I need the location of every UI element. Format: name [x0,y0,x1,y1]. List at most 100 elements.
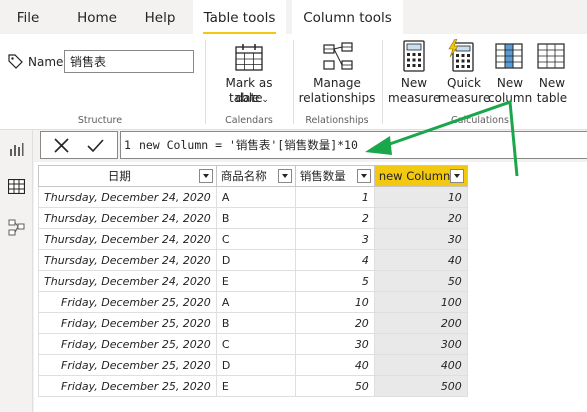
cell-new-column[interactable]: 200 [373,312,468,334]
table-row[interactable]: Thursday, December 24, 2020 A 1 10 [38,186,468,208]
cell-new-column[interactable]: 400 [373,354,468,376]
tab-file[interactable]: File [8,0,48,34]
formula-text: new Column = '销售表'[销售数量]*10 [138,138,358,152]
cell-quantity[interactable]: 4 [294,249,375,271]
cell-product[interactable]: D [215,249,296,271]
group-separator [293,40,294,124]
cell-quantity[interactable]: 1 [294,186,375,208]
tab-table-tools[interactable]: Table tools [193,0,286,34]
cell-quantity[interactable]: 2 [294,207,375,229]
cell-new-column[interactable]: 500 [373,375,468,397]
table-row[interactable]: Thursday, December 24, 2020 C 3 30 [38,228,468,250]
table-row[interactable]: Friday, December 25, 2020 D 40 400 [38,354,468,376]
column-header-new-column[interactable]: new Column [373,165,468,187]
calculations-group-label: Calculations [451,115,509,126]
tab-help[interactable]: Help [136,0,184,34]
check-icon[interactable] [86,137,105,154]
cell-date[interactable]: Friday, December 25, 2020 [38,291,217,313]
cell-product[interactable]: B [215,312,296,334]
data-grid-area: 日期 商品名称 销售数量 new Column Thursday, Decemb… [34,162,587,412]
cell-new-column[interactable]: 30 [373,228,468,250]
column-header-label: 日期 [107,169,131,183]
formula-bar: 1 new Column = '销售表'[销售数量]*10 [40,131,587,159]
cell-new-column[interactable]: 300 [373,333,468,355]
cell-new-column[interactable]: 100 [373,291,468,313]
table-row[interactable]: Friday, December 25, 2020 A 10 100 [38,291,468,313]
quick-measure-icon [448,39,474,72]
dropdown-icon[interactable] [356,169,371,183]
column-header-quantity[interactable]: 销售数量 [294,165,375,187]
cell-product[interactable]: A [215,291,296,313]
table-row[interactable]: Thursday, December 24, 2020 E 5 50 [38,270,468,292]
cell-product[interactable]: E [215,270,296,292]
model-view-icon[interactable] [8,219,25,236]
formula-input[interactable]: 1 new Column = '销售表'[销售数量]*10 [120,131,587,159]
mark-as-date-table-label-2: table ⌄ [212,91,286,108]
quick-measure-label-2: measure [438,91,491,105]
cell-date[interactable]: Friday, December 25, 2020 [38,375,217,397]
cell-quantity[interactable]: 10 [294,291,375,313]
cell-new-column[interactable]: 20 [373,207,468,229]
dropdown-icon[interactable] [277,169,292,183]
cell-product[interactable]: D [215,354,296,376]
relationship-icon [323,42,353,70]
cell-quantity[interactable]: 5 [294,270,375,292]
cell-quantity[interactable]: 40 [294,354,375,376]
structure-group-label: Structure [77,115,123,126]
new-table-label-1: New [538,76,566,90]
report-view-icon[interactable] [9,142,24,157]
header-row: 日期 商品名称 销售数量 new Column [38,165,468,187]
tab-home[interactable]: Home [70,0,124,34]
view-rail [0,130,33,412]
calculator-icon [403,40,425,72]
cell-date[interactable]: Friday, December 25, 2020 [38,333,217,355]
cell-new-column[interactable]: 50 [373,270,468,292]
column-header-date[interactable]: 日期 [38,165,217,187]
dropdown-icon[interactable] [449,169,464,183]
tab-column-tools[interactable]: Column tools [292,0,403,34]
group-separator [382,40,383,124]
cell-quantity[interactable]: 50 [294,375,375,397]
cell-quantity[interactable]: 3 [294,228,375,250]
cell-date[interactable]: Thursday, December 24, 2020 [38,186,217,208]
new-column-label-1: New [496,76,524,90]
new-table-label-2: table [536,91,568,105]
table-body: Thursday, December 24, 2020 A 1 10 Thursday,… [38,186,468,397]
cell-product[interactable]: C [215,333,296,355]
tab-table-tools-label: Table tools [203,10,276,26]
table-row[interactable]: Friday, December 25, 2020 C 30 300 [38,333,468,355]
cell-product[interactable]: E [215,375,296,397]
table-row[interactable]: Thursday, December 24, 2020 B 2 20 [38,207,468,229]
cell-date[interactable]: Thursday, December 24, 2020 [38,207,217,229]
cell-date[interactable]: Thursday, December 24, 2020 [38,228,217,250]
column-header-label: new Column [378,169,451,183]
column-header-product[interactable]: 商品名称 [215,165,296,187]
relationships-group-label: Relationships [305,115,369,126]
table-row[interactable]: Friday, December 25, 2020 B 20 200 [38,312,468,334]
table-row[interactable]: Friday, December 25, 2020 E 50 500 [38,375,468,397]
cell-quantity[interactable]: 30 [294,333,375,355]
cell-new-column[interactable]: 10 [373,186,468,208]
quick-measure-label-1: Quick [447,76,481,90]
calendars-group-label: Calendars [225,115,273,126]
cell-date[interactable]: Friday, December 25, 2020 [38,354,217,376]
cell-date[interactable]: Thursday, December 24, 2020 [38,249,217,271]
table-name-input[interactable] [64,50,194,73]
formula-actions [40,131,118,159]
ribbon-tabs: File Home Help Table tools Column tools [0,0,587,34]
dropdown-icon[interactable] [198,169,213,183]
cell-new-column[interactable]: 40 [373,249,468,271]
cell-date[interactable]: Thursday, December 24, 2020 [38,270,217,292]
cell-date[interactable]: Friday, December 25, 2020 [38,312,217,334]
cell-product[interactable]: B [215,207,296,229]
manage-relationships-label-2: relationships [298,91,376,105]
manage-relationships-label-1: Manage [313,76,361,90]
data-view-icon[interactable] [8,179,25,194]
new-measure-label-2: measure [388,91,441,105]
table-row[interactable]: Thursday, December 24, 2020 D 4 40 [38,249,468,271]
cell-product[interactable]: C [215,228,296,250]
cancel-icon[interactable] [53,137,70,154]
cell-product[interactable]: A [215,186,296,208]
cell-quantity[interactable]: 20 [294,312,375,334]
new-table-icon [537,43,565,69]
